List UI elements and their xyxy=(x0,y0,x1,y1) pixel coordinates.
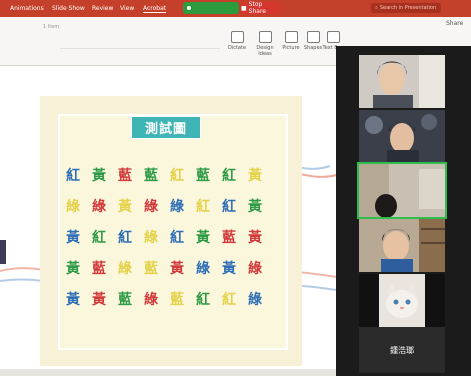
grid-cell: 黃 xyxy=(66,261,80,277)
grid-cell: 黃 xyxy=(248,199,262,215)
picture-label: Picture xyxy=(282,45,300,51)
grid-cell: 藍 xyxy=(118,168,132,184)
status-bar xyxy=(0,369,336,376)
picture-icon xyxy=(284,31,298,43)
grid-cell: 綠 xyxy=(248,261,262,277)
grid-cell: 綠 xyxy=(144,230,158,246)
participant-1-video xyxy=(359,55,445,108)
grid-cell: 綠 xyxy=(118,261,132,277)
search-icon: ⌕ xyxy=(375,5,378,11)
grid-cell: 綠 xyxy=(248,292,262,308)
design-ideas-icon xyxy=(258,31,272,43)
meeting-indicator[interactable] xyxy=(183,2,239,14)
grid-cell: 綠 xyxy=(170,199,184,215)
tab-view[interactable]: View xyxy=(120,5,134,12)
grid-cell: 紅 xyxy=(170,230,184,246)
grid-cell: 黃 xyxy=(196,230,210,246)
meeting-dot-icon xyxy=(187,6,191,10)
tab-review[interactable]: Review xyxy=(92,5,113,12)
grid-cell: 紅 xyxy=(66,168,80,184)
grid-cell: 藍 xyxy=(118,292,132,308)
dictate-button[interactable]: Dictate xyxy=(226,31,248,61)
tab-acrobat[interactable]: Acrobat xyxy=(143,5,167,13)
grid-cell: 紅 xyxy=(196,199,210,215)
grid-cell: 黃 xyxy=(248,230,262,246)
tab-slide-show[interactable]: Slide Show xyxy=(52,5,85,12)
search-placeholder: Search in Presentation xyxy=(379,5,437,11)
grid-row: 黃紅紅綠紅黃藍黃 xyxy=(60,228,276,248)
grid-cell: 藍 xyxy=(170,292,184,308)
grid-cell: 紅 xyxy=(222,168,236,184)
grid-cell: 黃 xyxy=(92,168,106,184)
video-tile-3[interactable] xyxy=(357,162,447,219)
stop-share-label: Stop Share xyxy=(248,1,266,15)
picture-button[interactable]: Picture xyxy=(280,31,302,61)
video-tile-2[interactable] xyxy=(359,110,445,163)
grid-cell: 黃 xyxy=(170,261,184,277)
grid-cell: 綠 xyxy=(92,199,106,215)
stop-icon: ■ xyxy=(241,4,247,12)
grid-row: 紅黃藍藍紅藍紅黃 xyxy=(60,166,276,186)
grid-cell: 藍 xyxy=(222,230,236,246)
search-input[interactable]: ⌕ Search in Presentation xyxy=(371,3,441,13)
microphone-icon xyxy=(230,31,244,43)
grid-cell: 綠 xyxy=(144,292,158,308)
grid-cell: 紅 xyxy=(118,230,132,246)
grid-cell: 黃 xyxy=(92,292,106,308)
share-button[interactable]: Share xyxy=(446,20,463,27)
grid-cell: 綠 xyxy=(144,199,158,215)
video-tile-5[interactable] xyxy=(359,274,445,327)
grid-cell: 黃 xyxy=(66,230,80,246)
design-ideas-label: Design Ideas xyxy=(256,45,274,57)
grid-cell: 藍 xyxy=(196,168,210,184)
grid-cell: 紅 xyxy=(222,199,236,215)
shapes-button[interactable]: Shapes xyxy=(302,31,324,61)
video-tile-4[interactable] xyxy=(359,219,445,272)
shapes-label: Shapes xyxy=(303,45,323,51)
participant-name: 鍾浩瑯 xyxy=(390,345,414,355)
video-tile-1[interactable] xyxy=(359,55,445,108)
ribbon-tab-bar: Animations Slide Show Review View Acroba… xyxy=(0,0,471,17)
grid-cell: 紅 xyxy=(222,292,236,308)
grid-row: 黃藍綠藍黃綠黃綠 xyxy=(60,259,276,279)
grid-cell: 黃 xyxy=(248,168,262,184)
shapes-icon xyxy=(306,31,320,43)
toolbar-crumb: 1 Item xyxy=(43,24,60,30)
participant-4-video xyxy=(359,219,445,272)
grid-cell: 藍 xyxy=(144,261,158,277)
grid-cell: 黃 xyxy=(222,261,236,277)
text-box-icon xyxy=(326,31,340,43)
grid-cell: 黃 xyxy=(118,199,132,215)
grid-row: 黃黃藍綠藍紅紅綠 xyxy=(60,290,276,310)
dictate-label: Dictate xyxy=(227,45,247,51)
grid-cell: 紅 xyxy=(196,292,210,308)
participant-3-video xyxy=(359,164,445,217)
left-edge-bar xyxy=(0,240,6,264)
grid-cell: 紅 xyxy=(92,230,106,246)
design-ideas-button[interactable]: Design Ideas xyxy=(254,31,276,61)
participant-2-video xyxy=(359,110,445,163)
grid-row: 綠綠黃綠綠紅紅黃 xyxy=(60,197,276,217)
grid-cell: 紅 xyxy=(170,168,184,184)
stop-share-button[interactable]: ■ Stop Share xyxy=(241,1,281,15)
grid-cell: 藍 xyxy=(92,261,106,277)
grid-cell: 綠 xyxy=(66,199,80,215)
participant-name-tile[interactable]: 鍾浩瑯 xyxy=(359,327,445,373)
toolbar-divider xyxy=(60,48,220,55)
grid-cell: 黃 xyxy=(66,292,80,308)
grid-cell: 藍 xyxy=(144,168,158,184)
tab-animations[interactable]: Animations xyxy=(10,5,44,12)
slide-title: 測試圖 xyxy=(131,116,201,139)
participant-5-video xyxy=(359,274,445,327)
grid-cell: 綠 xyxy=(196,261,210,277)
